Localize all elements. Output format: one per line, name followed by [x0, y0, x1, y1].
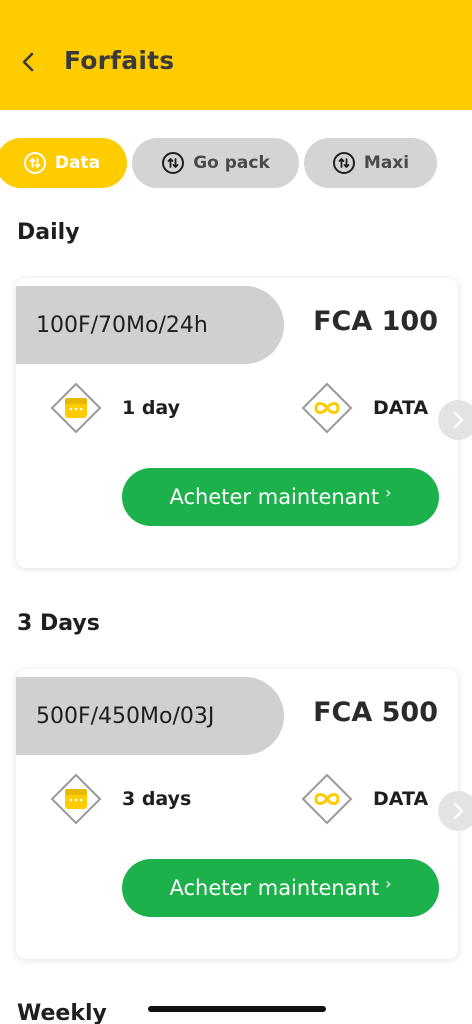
- type-feature: DATA: [301, 773, 428, 825]
- next-plan-button[interactable]: [438, 400, 472, 440]
- tab-data-label: Data: [54, 153, 101, 173]
- section-title-daily: Daily: [17, 220, 80, 245]
- duration-label: 3 days: [122, 788, 192, 810]
- chevron-right-icon: [453, 411, 464, 429]
- tab-maxi[interactable]: Maxi: [304, 138, 437, 188]
- buy-now-label: Acheter maintenant: [169, 485, 380, 509]
- plan-price: FCA 100: [313, 306, 438, 337]
- type-label: DATA: [373, 788, 429, 810]
- data-transfer-icon: [332, 151, 356, 175]
- chevron-right-icon: ›: [385, 482, 392, 502]
- plan-card: 500F/450Mo/03J FCA 500 3 days DATA Achet…: [16, 669, 472, 959]
- tab-go-pack-label: Go pack: [193, 153, 270, 173]
- duration-label: 1 day: [122, 397, 181, 419]
- next-plan-button[interactable]: [438, 791, 472, 831]
- infinity-icon: [301, 382, 353, 434]
- plan-type-tabs: Data Go pack Maxi: [0, 138, 472, 190]
- back-button[interactable]: [10, 44, 46, 80]
- infinity-icon: [301, 773, 353, 825]
- plan-card: 100F/70Mo/24h FCA 100 1 day DATA Acheter…: [16, 278, 472, 568]
- plan-name: 500F/450Mo/03J: [16, 677, 284, 755]
- duration-feature: 1 day: [50, 382, 180, 434]
- type-label: DATA: [373, 397, 429, 419]
- duration-feature: 3 days: [50, 773, 191, 825]
- chevron-right-icon: ›: [385, 873, 392, 893]
- buy-now-button[interactable]: Acheter maintenant ›: [122, 859, 439, 917]
- chevron-left-icon: [22, 52, 34, 72]
- data-transfer-icon: [161, 151, 185, 175]
- section-title-weekly: Weekly: [17, 1001, 107, 1024]
- chevron-right-icon: [453, 802, 464, 820]
- data-transfer-icon: [23, 151, 47, 175]
- type-feature: DATA: [301, 382, 428, 434]
- calendar-icon: [50, 773, 102, 825]
- app-header: Forfaits: [0, 0, 472, 110]
- section-title-3-days: 3 Days: [17, 611, 100, 636]
- buy-now-label: Acheter maintenant: [169, 876, 380, 900]
- plan-name: 100F/70Mo/24h: [16, 286, 284, 364]
- tab-go-pack[interactable]: Go pack: [132, 138, 299, 188]
- tab-maxi-label: Maxi: [363, 153, 410, 173]
- plan-price: FCA 500: [313, 697, 438, 728]
- buy-now-button[interactable]: Acheter maintenant ›: [122, 468, 439, 526]
- tab-data[interactable]: Data: [0, 138, 127, 188]
- calendar-icon: [50, 382, 102, 434]
- home-indicator[interactable]: [148, 1006, 326, 1012]
- page-title: Forfaits: [64, 46, 175, 75]
